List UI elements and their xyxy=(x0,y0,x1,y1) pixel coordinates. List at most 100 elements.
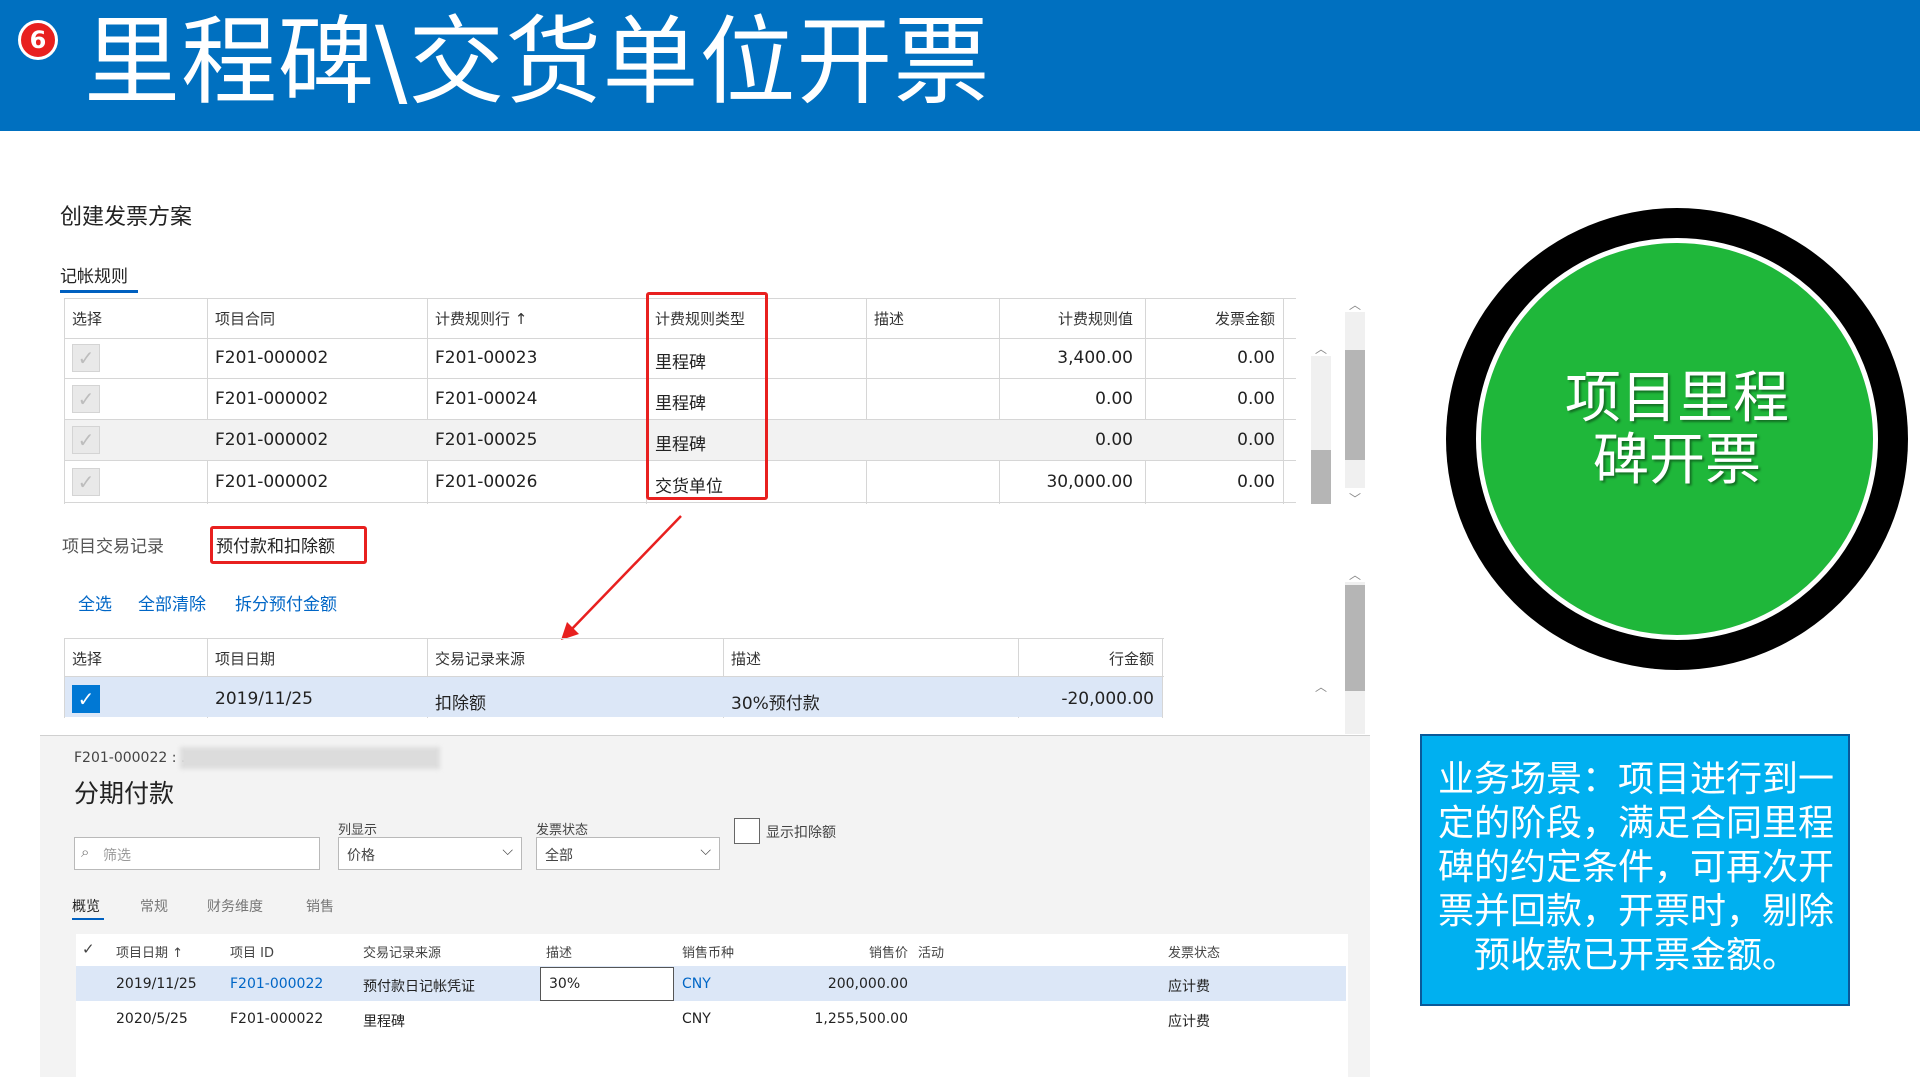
divider xyxy=(1283,298,1284,504)
tab-active-underline xyxy=(72,918,104,920)
col-header-select[interactable]: 选择 xyxy=(72,648,102,669)
scenario-line: 碑的约定条件，可再次开 xyxy=(1437,847,1834,888)
col-header-activity[interactable]: 活动 xyxy=(918,942,944,961)
divider xyxy=(427,298,428,504)
scenario-line: 定的阶段，满足合同里程 xyxy=(1437,803,1834,844)
cell-project-id[interactable]: F201-000022 xyxy=(230,1011,323,1027)
select-all-link[interactable]: 全选 xyxy=(78,590,112,615)
split-prepayment-link[interactable]: 拆分预付金额 xyxy=(235,590,337,615)
cell-rule-line: F201-00023 xyxy=(435,348,538,368)
cell-rule-line: F201-00025 xyxy=(435,430,538,450)
cell-rule-value: 0.00 xyxy=(1095,389,1133,409)
row-checkbox[interactable]: ✓ xyxy=(72,344,100,372)
clear-all-link[interactable]: 全部清除 xyxy=(138,590,206,615)
col-header-select[interactable]: 选择 xyxy=(72,308,102,329)
row-checkbox[interactable]: ✓ xyxy=(72,426,100,454)
highlight-rule-type-box xyxy=(646,292,768,500)
cell-source: 扣除额 xyxy=(435,694,486,714)
scenario-line: 预收款已开票金额。 xyxy=(1473,935,1798,976)
cell-project-date: 2020/5/25 xyxy=(116,1011,188,1027)
row-checkbox[interactable]: ✓ xyxy=(72,468,100,496)
cell-project-date: 2019/11/25 xyxy=(215,689,313,709)
tab-general[interactable]: 常规 xyxy=(140,896,168,916)
column-display-label: 列显示 xyxy=(338,823,378,838)
col-header-description[interactable]: 描述 xyxy=(731,648,761,669)
cell-currency-link[interactable]: CNY xyxy=(682,976,711,992)
invoice-status-select[interactable]: 全部 ⌵ xyxy=(536,837,720,870)
outer-scrollbar-thumb[interactable] xyxy=(1345,585,1365,691)
col-header-source[interactable]: 交易记录来源 xyxy=(435,648,525,669)
tab-sales[interactable]: 销售 xyxy=(306,896,334,916)
tab-overview[interactable]: 概览 xyxy=(72,896,100,916)
cell-rule-value: 30,000.00 xyxy=(1046,472,1133,492)
tab-active-underline xyxy=(60,290,138,293)
cell-source: 里程碑 xyxy=(363,1014,405,1030)
divider xyxy=(64,298,65,504)
inner-scrollbar-thumb[interactable] xyxy=(1311,450,1331,504)
col-header-project-date[interactable]: 项目日期 ↑ xyxy=(116,942,183,961)
filter-input[interactable]: ⌕ 筛选 xyxy=(74,837,320,870)
tab-financial-dimensions[interactable]: 财务维度 xyxy=(207,896,263,916)
cell-sales-price: 200,000.00 xyxy=(827,976,908,992)
row-checkbox[interactable]: ✓ xyxy=(72,385,100,413)
cell-project-id-link[interactable]: F201-000022 xyxy=(230,976,323,992)
search-icon: ⌕ xyxy=(81,843,90,861)
cell-rule-value: 3,400.00 xyxy=(1057,348,1133,368)
scroll-down-icon[interactable]: ﹀ xyxy=(1345,490,1365,507)
title-banner: 6 里程碑\交货单位开票 xyxy=(0,0,1920,131)
divider xyxy=(64,638,1164,639)
col-header-description[interactable]: 描述 xyxy=(546,942,572,961)
cell-rule-value: 0.00 xyxy=(1095,430,1133,450)
cell-contract: F201-000002 xyxy=(215,348,329,368)
scroll-up-icon[interactable]: ︿ xyxy=(1311,678,1331,695)
blurred-record-name xyxy=(180,747,440,769)
description-edit-field[interactable]: 30% xyxy=(540,967,674,1001)
show-deductions-checkbox[interactable] xyxy=(734,818,760,844)
tab-project-transactions[interactable]: 项目交易记录 xyxy=(62,532,164,557)
col-header-rule-line[interactable]: 计费规则行 ↑ xyxy=(435,308,527,329)
invoice-status-value: 全部 xyxy=(545,848,573,864)
highlight-prepayments-tab xyxy=(210,526,367,564)
col-header-rule-value[interactable]: 计费规则值 xyxy=(1000,308,1133,329)
col-header-invoice-amount[interactable]: 发票金额 xyxy=(1160,308,1275,329)
tab-posting-rules[interactable]: 记帐规则 xyxy=(60,262,128,287)
scroll-up-icon[interactable]: ︿ xyxy=(1311,340,1331,357)
cell-invoice-amount: 0.00 xyxy=(1237,389,1275,409)
row-checkbox-checked[interactable]: ✓ xyxy=(72,685,100,713)
cell-invoice-status: 应计费 xyxy=(1168,979,1210,995)
milestone-callout-text: 项目里程 碑开票 xyxy=(1476,368,1878,492)
scroll-up-icon[interactable]: ︿ xyxy=(1345,566,1365,583)
step-badge: 6 xyxy=(18,20,58,60)
col-header-invoice-status[interactable]: 发票状态 xyxy=(1168,942,1220,961)
col-header-line-amount[interactable]: 行金额 xyxy=(1030,648,1154,669)
cell-currency: CNY xyxy=(682,1011,711,1027)
scenario-text: 业务场景：项目进行到一 定的阶段，满足合同里程 碑的约定条件，可再次开 票并回款… xyxy=(1432,758,1840,978)
scenario-line: 票并回款，开票时，剔除 xyxy=(1437,891,1834,932)
col-header-source[interactable]: 交易记录来源 xyxy=(363,942,441,961)
cell-contract: F201-000002 xyxy=(215,389,329,409)
col-header-currency[interactable]: 销售币种 xyxy=(682,942,734,961)
col-header-project-id[interactable]: 项目 ID xyxy=(230,942,274,961)
col-header-project-date[interactable]: 项目日期 xyxy=(215,648,275,669)
chevron-down-icon: ⌵ xyxy=(700,843,711,859)
cell-invoice-amount: 0.00 xyxy=(1237,430,1275,450)
cell-invoice-amount: 0.00 xyxy=(1237,472,1275,492)
col-header-contract[interactable]: 项目合同 xyxy=(215,308,275,329)
filter-placeholder: 筛选 xyxy=(103,848,131,864)
callout-line: 项目里程 xyxy=(1565,366,1789,431)
record-id-label: F201-000022 : . xyxy=(74,750,186,766)
column-display-value: 价格 xyxy=(347,848,375,864)
select-all-check-icon[interactable]: ✓ xyxy=(82,940,95,958)
cell-contract: F201-000002 xyxy=(215,472,329,492)
cell-invoice-amount: 0.00 xyxy=(1237,348,1275,368)
outer-scrollbar-thumb[interactable] xyxy=(1345,350,1365,460)
cell-line-amount: -20,000.00 xyxy=(1061,689,1154,709)
column-display-select[interactable]: 价格 ⌵ xyxy=(338,837,522,870)
divider xyxy=(1145,298,1146,504)
show-deductions-label: 显示扣除额 xyxy=(766,825,836,841)
divider xyxy=(1162,638,1163,718)
col-header-sales-price[interactable]: 销售价 xyxy=(800,942,908,961)
col-header-description[interactable]: 描述 xyxy=(874,308,904,329)
scroll-up-icon[interactable]: ︿ xyxy=(1345,296,1365,313)
description-value: 30% xyxy=(549,976,581,992)
